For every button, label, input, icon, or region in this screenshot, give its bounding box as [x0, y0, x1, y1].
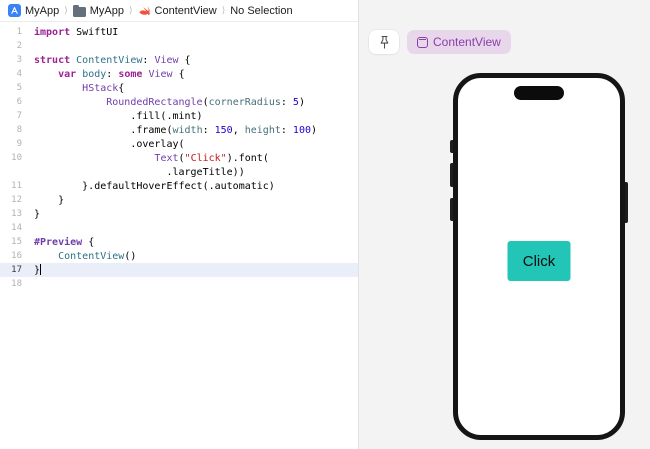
code-line[interactable]: 10 Text("Click").font(	[0, 151, 358, 165]
app-icon	[8, 4, 21, 17]
preview-tab-label: ContentView	[433, 35, 501, 49]
preview-toolbar: ContentView	[369, 30, 511, 54]
line-number[interactable]: 5	[0, 83, 30, 93]
line-number[interactable]: 4	[0, 69, 30, 79]
code-text: Text("Click").font(	[154, 152, 269, 164]
code-line[interactable]: 18	[0, 277, 358, 291]
line-number[interactable]: 12	[0, 195, 30, 205]
line-number[interactable]: 18	[0, 279, 30, 289]
line-number[interactable]: 9	[0, 139, 30, 149]
code-line[interactable]: 12 }	[0, 193, 358, 207]
code-text: }	[34, 208, 41, 220]
breadcrumb-selection[interactable]: No Selection	[230, 5, 292, 17]
preview-click-label: Click	[522, 252, 556, 270]
line-number[interactable]: 11	[0, 181, 30, 191]
line-number[interactable]: 15	[0, 237, 30, 247]
dynamic-island	[514, 86, 564, 100]
breadcrumb-label: No Selection	[230, 4, 293, 17]
line-number[interactable]: 17	[0, 265, 30, 275]
preview-click-shape[interactable]: Click	[507, 241, 571, 281]
code-line[interactable]: 5 HStack{	[0, 81, 358, 95]
line-number[interactable]: 2	[0, 41, 30, 51]
code-text: ContentView()	[58, 250, 137, 262]
code-line[interactable]: 3 struct ContentView: View {	[0, 53, 358, 67]
phone-frame: Click	[453, 73, 625, 440]
code-line[interactable]: 7 .fill(.mint)	[0, 109, 358, 123]
code-line[interactable]: 9 .overlay(	[0, 137, 358, 151]
breadcrumb-file[interactable]: ContentView	[138, 4, 217, 17]
code-lines: 1 import SwiftUI 2 3 struct ContentView: Vie…	[0, 25, 358, 291]
code-text: #Preview {	[34, 236, 95, 248]
code-line[interactable]: 14	[0, 221, 358, 235]
app-window-icon	[417, 36, 428, 48]
code-text: .largeTitle))	[34, 166, 245, 178]
code-line[interactable]: 13}	[0, 207, 358, 221]
line-number[interactable]: 10	[0, 153, 30, 163]
code-text: var body: some View {	[58, 68, 185, 80]
code-line[interactable]: 15 #Preview {	[0, 235, 358, 249]
code-text: .fill(.mint)	[34, 110, 203, 122]
code-text: .overlay(	[34, 138, 185, 150]
code-text: }	[34, 194, 65, 206]
code-text: import SwiftUI	[34, 26, 119, 38]
code-line[interactable]: .largeTitle))	[0, 165, 358, 179]
jump-bar: MyApp ⟩ MyApp ⟩ ContentView ⟩ No Selecti…	[0, 0, 358, 22]
breadcrumb-project[interactable]: MyApp	[8, 4, 59, 17]
breadcrumb-group[interactable]: MyApp	[72, 4, 125, 17]
folder-icon	[72, 4, 86, 17]
breadcrumb-separator: ⟩	[129, 5, 133, 15]
line-number[interactable]: 8	[0, 125, 30, 135]
breadcrumb-separator: ⟩	[221, 5, 226, 15]
code-text: }	[34, 264, 42, 276]
line-number[interactable]: 7	[0, 111, 30, 121]
code-line[interactable]: 11 }.defaultHoverEffect(.automatic)	[0, 179, 358, 193]
swift-icon	[138, 6, 150, 16]
breadcrumb-separator: ⟩	[64, 5, 68, 15]
line-number[interactable]: 3	[0, 55, 30, 65]
preview-tab-contentview[interactable]: ContentView	[407, 30, 511, 54]
line-number[interactable]: 6	[0, 97, 30, 107]
breadcrumb-label: ContentView	[154, 4, 217, 17]
code-text: struct ContentView: View {	[34, 54, 191, 66]
pin-button[interactable]	[369, 30, 399, 54]
code-editor[interactable]: 1 import SwiftUI 2 3 struct ContentView: Vie…	[0, 22, 358, 291]
line-number[interactable]: 16	[0, 251, 30, 261]
pin-icon	[380, 35, 388, 49]
code-line[interactable]: 1 import SwiftUI	[0, 25, 358, 39]
line-number[interactable]: 13	[0, 209, 30, 219]
code-text: }.defaultHoverEffect(.automatic)	[34, 180, 275, 192]
code-text: .frame(width: 150, height: 100)	[34, 124, 318, 136]
code-line[interactable]: 6 RoundedRectangle(cornerRadius: 5)	[0, 95, 358, 109]
code-line[interactable]: 8 .frame(width: 150, height: 100)	[0, 123, 358, 137]
code-text: HStack{	[82, 82, 125, 94]
line-number[interactable]: 1	[0, 27, 30, 37]
code-line[interactable]: 16 ContentView()	[0, 249, 358, 263]
code-line[interactable]: 4 var body: some View {	[0, 67, 358, 81]
code-text: RoundedRectangle(cornerRadius: 5)	[106, 96, 305, 108]
code-line[interactable]: 17}	[0, 263, 358, 277]
code-line[interactable]: 2	[0, 39, 358, 53]
breadcrumb-label: MyApp	[89, 4, 125, 17]
phone-power-button	[625, 182, 628, 223]
breadcrumb-label: MyApp	[25, 4, 60, 17]
preview-canvas: ContentView Click	[358, 0, 650, 449]
editor-pane: MyApp ⟩ MyApp ⟩ ContentView ⟩ No Selecti…	[0, 0, 358, 449]
iphone-preview: Click	[450, 73, 628, 440]
line-number[interactable]: 14	[0, 223, 30, 233]
text-cursor	[40, 264, 42, 275]
